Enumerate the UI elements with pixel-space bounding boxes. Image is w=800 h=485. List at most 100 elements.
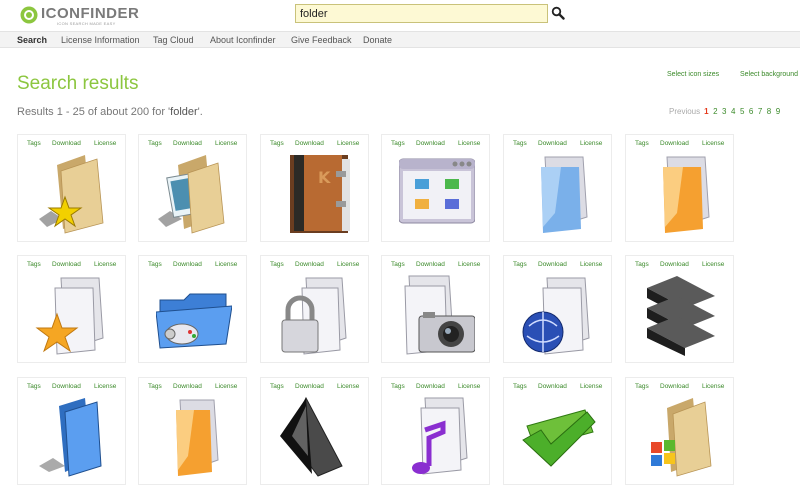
black-glass-folder-icon[interactable] — [278, 396, 354, 478]
summary-query: folder — [170, 106, 198, 118]
license-link[interactable]: License — [215, 140, 237, 147]
folder-music-icon[interactable] — [399, 396, 475, 478]
tags-link[interactable]: Tags — [27, 261, 41, 268]
download-link[interactable]: Download — [416, 140, 445, 147]
tags-link[interactable]: Tags — [635, 140, 649, 147]
results-summary: Results 1 - 25 of about 200 for 'folder'… — [17, 106, 203, 118]
license-link[interactable]: License — [94, 261, 116, 268]
search-input[interactable] — [295, 4, 548, 23]
download-link[interactable]: Download — [660, 261, 689, 268]
download-link[interactable]: Download — [538, 383, 567, 390]
nav-about-iconfinder[interactable]: About Iconfinder — [210, 35, 276, 45]
tags-link[interactable]: Tags — [27, 383, 41, 390]
pagination-previous: Previous — [669, 107, 701, 116]
green-check-folder-icon[interactable] — [521, 396, 597, 478]
page-2[interactable]: 2 — [713, 107, 717, 116]
nav-license-information[interactable]: License Information — [61, 35, 140, 45]
tags-link[interactable]: Tags — [391, 261, 405, 268]
white-folder-star-icon[interactable] — [35, 274, 111, 356]
folder-camera-icon[interactable] — [399, 274, 475, 356]
tags-link[interactable]: Tags — [391, 140, 405, 147]
tags-link[interactable]: Tags — [27, 140, 41, 147]
download-link[interactable]: Download — [416, 261, 445, 268]
nav-give-feedback[interactable]: Give Feedback — [291, 35, 352, 45]
tags-link[interactable]: Tags — [513, 383, 527, 390]
tags-link[interactable]: Tags — [635, 383, 649, 390]
tags-link[interactable]: Tags — [391, 383, 405, 390]
iconfinder-logo[interactable]: ICONFINDER ICON SEARCH MADE EASY — [19, 4, 139, 26]
download-link[interactable]: Download — [416, 383, 445, 390]
license-link[interactable]: License — [458, 383, 480, 390]
download-link[interactable]: Download — [660, 140, 689, 147]
license-link[interactable]: License — [94, 383, 116, 390]
tags-link[interactable]: Tags — [513, 261, 527, 268]
license-link[interactable]: License — [702, 140, 724, 147]
download-link[interactable]: Download — [52, 261, 81, 268]
select-icon-sizes-link[interactable]: Select icon sizes — [667, 71, 719, 78]
folder-star-icon[interactable] — [35, 153, 111, 235]
page-5[interactable]: 5 — [740, 107, 744, 116]
download-link[interactable]: Download — [295, 261, 324, 268]
download-link[interactable]: Download — [173, 261, 202, 268]
blue-folder-icon[interactable] — [35, 396, 111, 478]
tags-link[interactable]: Tags — [148, 383, 162, 390]
license-link[interactable]: License — [337, 140, 359, 147]
license-link[interactable]: License — [458, 140, 480, 147]
page-6[interactable]: 6 — [749, 107, 753, 116]
page-1[interactable]: 1 — [704, 107, 708, 116]
page-7[interactable]: 7 — [758, 107, 762, 116]
kde-book-icon[interactable]: K — [278, 153, 354, 235]
nav-search[interactable]: Search — [17, 35, 47, 45]
result-card: Tags Download License — [503, 134, 612, 242]
folder-gamepad-icon[interactable] — [156, 274, 232, 356]
page-4[interactable]: 4 — [731, 107, 735, 116]
folder-lock-icon[interactable] — [278, 274, 354, 356]
window-folders-icon[interactable] — [399, 153, 475, 235]
result-card: Tags Download License — [381, 255, 490, 363]
tags-link[interactable]: Tags — [270, 383, 284, 390]
folder-windows-icon[interactable] — [643, 396, 719, 478]
folder-globe-icon[interactable] — [521, 274, 597, 356]
license-link[interactable]: License — [702, 261, 724, 268]
license-link[interactable]: License — [458, 261, 480, 268]
tags-link[interactable]: Tags — [148, 140, 162, 147]
download-link[interactable]: Download — [295, 140, 324, 147]
tags-link[interactable]: Tags — [270, 140, 284, 147]
download-link[interactable]: Download — [52, 383, 81, 390]
tags-link[interactable]: Tags — [513, 140, 527, 147]
tags-link[interactable]: Tags — [148, 261, 162, 268]
license-link[interactable]: License — [94, 140, 116, 147]
license-link[interactable]: License — [337, 261, 359, 268]
license-link[interactable]: License — [702, 383, 724, 390]
download-link[interactable]: Download — [538, 140, 567, 147]
tags-link[interactable]: Tags — [270, 261, 284, 268]
license-link[interactable]: License — [580, 140, 602, 147]
result-card: Tags Download License — [625, 255, 734, 363]
download-link[interactable]: Download — [538, 261, 567, 268]
page-8[interactable]: 8 — [767, 107, 771, 116]
result-card: Tags Download License — [260, 377, 369, 485]
license-link[interactable]: License — [580, 261, 602, 268]
select-background-link[interactable]: Select background — [740, 71, 798, 78]
page-3[interactable]: 3 — [722, 107, 726, 116]
license-link[interactable]: License — [580, 383, 602, 390]
folder-pictures-icon[interactable] — [156, 153, 232, 235]
download-link[interactable]: Download — [173, 140, 202, 147]
download-link[interactable]: Download — [660, 383, 689, 390]
magnifier-icon[interactable] — [551, 6, 565, 20]
nav-donate[interactable]: Donate — [363, 35, 392, 45]
nav-tag-cloud[interactable]: Tag Cloud — [153, 35, 194, 45]
download-link[interactable]: Download — [173, 383, 202, 390]
license-link[interactable]: License — [215, 261, 237, 268]
orange-folder-icon[interactable] — [156, 396, 232, 478]
blue-glass-folder-icon[interactable] — [521, 153, 597, 235]
black-binders-stack-icon[interactable] — [643, 274, 719, 356]
page-9[interactable]: 9 — [776, 107, 780, 116]
tags-link[interactable]: Tags — [635, 261, 649, 268]
download-link[interactable]: Download — [295, 383, 324, 390]
license-link[interactable]: License — [215, 383, 237, 390]
license-link[interactable]: License — [337, 383, 359, 390]
download-link[interactable]: Download — [52, 140, 81, 147]
orange-glass-folder-icon[interactable] — [643, 153, 719, 235]
summary-suffix: '. — [197, 106, 203, 118]
